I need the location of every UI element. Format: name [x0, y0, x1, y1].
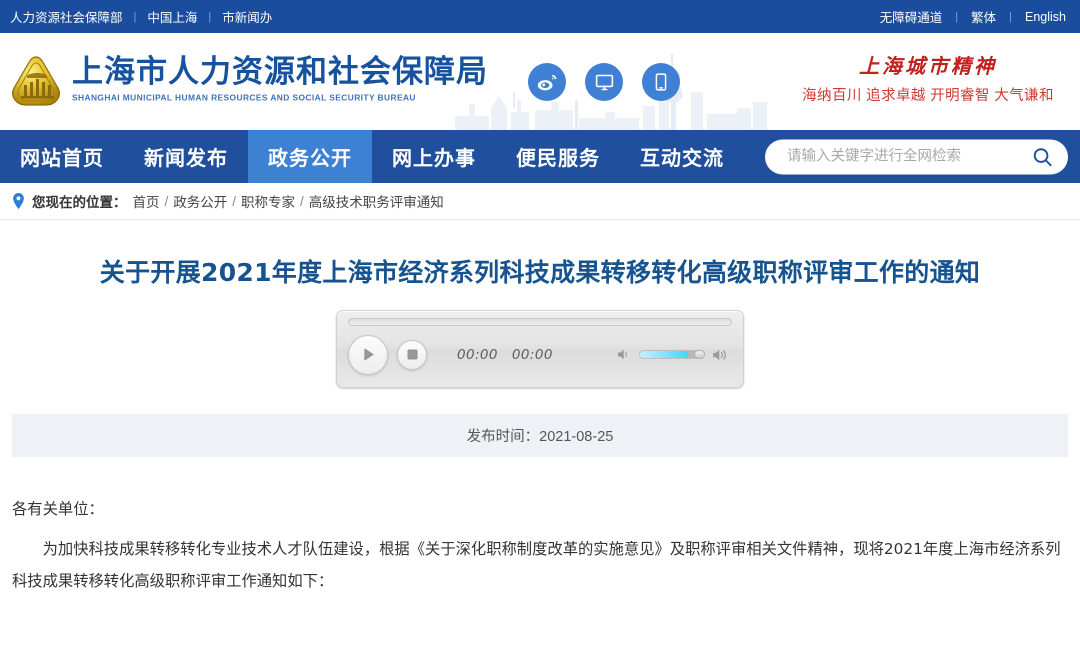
- audio-time-display: 00:00 00:00: [457, 347, 553, 363]
- nav-item-interaction[interactable]: 互动交流: [620, 130, 744, 183]
- nav-item-home[interactable]: 网站首页: [0, 130, 124, 183]
- audio-player[interactable]: 00:00 00:00: [336, 309, 744, 388]
- breadcrumb-item-title-experts[interactable]: 职称专家: [241, 191, 295, 211]
- top-bar-left-links: 人力资源社会保障部 | 中国上海 | 市新闻办: [10, 7, 272, 26]
- site-masthead: 上海市人力资源和社会保障局 SHANGHAI MUNICIPAL HUMAN R…: [0, 33, 1080, 130]
- audio-volume-group: [617, 348, 732, 362]
- audio-total-time: 00:00: [511, 346, 553, 363]
- article-body: 各有关单位： 为加快科技成果转移转化专业技术人才队伍建设，根据《关于深化职称制度…: [12, 493, 1068, 597]
- topbar-link-shanghai[interactable]: 中国上海: [147, 7, 197, 26]
- nav-item-government-affairs[interactable]: 政务公开: [248, 130, 372, 183]
- breadcrumb-separator: /: [232, 193, 237, 209]
- topbar-separator: |: [133, 10, 137, 23]
- topbar-link-mohrss[interactable]: 人力资源社会保障部: [10, 7, 123, 26]
- topbar-link-traditional[interactable]: 繁体: [971, 7, 996, 26]
- breadcrumb-separator: /: [164, 193, 169, 209]
- nav-item-news[interactable]: 新闻发布: [124, 130, 248, 183]
- city-spirit-title: 上海城市精神: [859, 54, 997, 78]
- nav-item-online-services[interactable]: 网上办事: [372, 130, 496, 183]
- page-title: 关于开展2021年度上海市经济系列科技成果转移转化高级职称评审工作的通知: [99, 258, 981, 287]
- article-paragraph-1: 为加快科技成果转移转化专业技术人才队伍建设，根据《关于深化职称制度改革的实施意见…: [12, 539, 1061, 590]
- nav-item-public-services[interactable]: 便民服务: [496, 130, 620, 183]
- city-spirit-block: 上海城市精神 海纳百川 追求卓越 开明睿智 大气谦和: [790, 53, 1066, 105]
- play-icon: [363, 348, 374, 361]
- breadcrumb-item-current-page[interactable]: 高级技术职务评审通知: [309, 191, 444, 211]
- nav-item-list: 网站首页 新闻发布 政务公开 网上办事 便民服务 互动交流: [0, 130, 744, 183]
- site-title-en: SHANGHAI MUNICIPAL HUMAN RESOURCES AND S…: [72, 92, 416, 103]
- audio-seek-bar[interactable]: [348, 317, 732, 326]
- weibo-icon[interactable]: [528, 63, 566, 101]
- topbar-separator: |: [1009, 10, 1012, 23]
- site-brand[interactable]: 上海市人力资源和社会保障局 SHANGHAI MUNICIPAL HUMAN R…: [8, 50, 488, 110]
- shanghai-hrss-logo-icon: [12, 56, 60, 106]
- topbar-link-english[interactable]: English: [1025, 10, 1066, 24]
- article-paragraph-salutation: 各有关单位：: [12, 499, 104, 518]
- city-spirit-slogan: 海纳百川 追求卓越 开明睿智 大气谦和: [802, 88, 1054, 104]
- audio-player-wrapper: 00:00 00:00: [12, 309, 1068, 388]
- social-icon-group: [528, 63, 680, 101]
- publish-date-text: 发布时间：2021-08-25: [466, 428, 614, 445]
- location-pin-icon: [12, 193, 25, 209]
- audio-volume-slider[interactable]: [639, 350, 705, 359]
- breadcrumb-item-home[interactable]: 首页: [133, 191, 160, 211]
- top-bar-right-links: 无障碍通道 | 繁体 | English: [880, 7, 1066, 26]
- main-navigation: 网站首页 新闻发布 政务公开 网上办事 便民服务 互动交流: [0, 130, 1080, 183]
- volume-high-icon[interactable]: [712, 348, 730, 362]
- top-utility-bar: 人力资源社会保障部 | 中国上海 | 市新闻办 无障碍通道 | 繁体 | Eng…: [0, 0, 1080, 33]
- article-container: 关于开展2021年度上海市经济系列科技成果转移转化高级职称评审工作的通知 00:…: [0, 257, 1080, 597]
- volume-low-icon[interactable]: [617, 348, 632, 361]
- breadcrumb-item-government-affairs[interactable]: 政务公开: [173, 191, 227, 211]
- site-search-box[interactable]: [765, 139, 1068, 174]
- audio-stop-button[interactable]: [397, 339, 427, 370]
- search-input[interactable]: [785, 147, 1031, 166]
- topbar-separator: |: [208, 10, 212, 23]
- search-button[interactable]: [1031, 145, 1054, 168]
- mobile-icon[interactable]: [642, 63, 680, 101]
- desktop-icon[interactable]: [585, 63, 623, 101]
- audio-play-button[interactable]: [348, 334, 388, 375]
- breadcrumb-label: 您现在的位置：: [32, 195, 127, 210]
- audio-current-time: 00:00: [457, 346, 498, 363]
- publish-date-bar: 发布时间：2021-08-25: [12, 413, 1068, 457]
- topbar-link-accessibility[interactable]: 无障碍通道: [880, 7, 943, 26]
- breadcrumb-separator: /: [300, 193, 304, 209]
- audio-volume-knob[interactable]: [694, 350, 705, 359]
- stop-icon: [407, 349, 417, 360]
- breadcrumb: 您现在的位置： 首页 / 政务公开 / 职称专家 / 高级技术职务评审通知: [0, 183, 1080, 220]
- topbar-link-press-office[interactable]: 市新闻办: [222, 7, 272, 26]
- search-icon: [1033, 147, 1052, 166]
- topbar-separator: |: [955, 10, 959, 23]
- site-title-cn: 上海市人力资源和社会保障局: [72, 54, 488, 90]
- audio-controls-row: 00:00 00:00: [348, 334, 732, 375]
